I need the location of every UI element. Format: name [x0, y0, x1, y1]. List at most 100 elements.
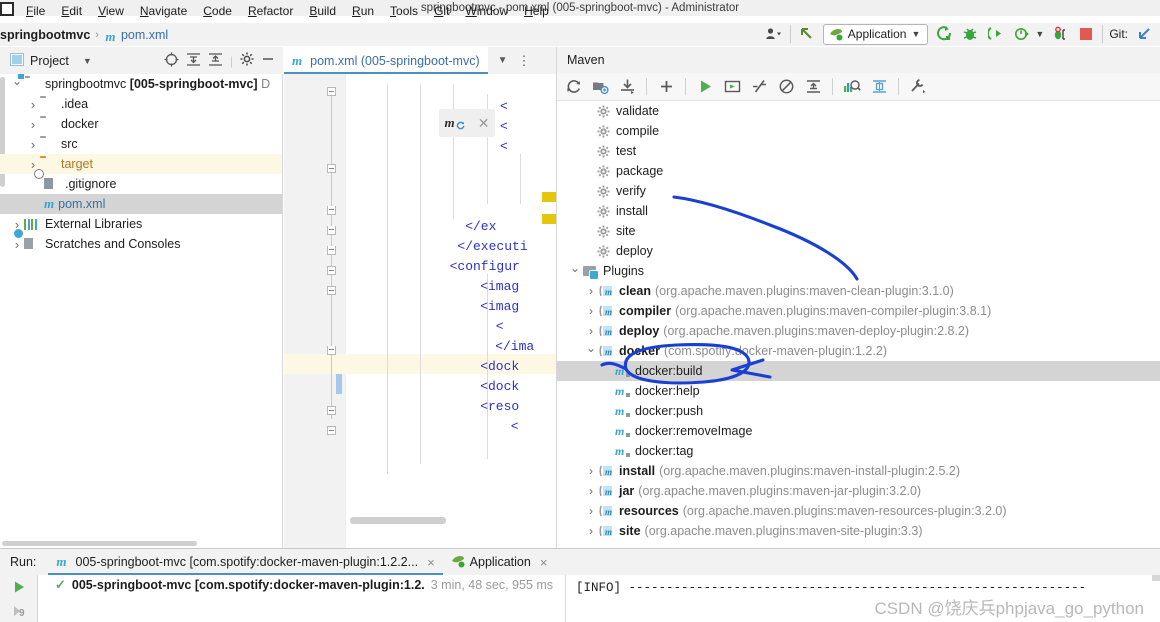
- chevron-down-icon[interactable]: ▼: [83, 56, 92, 66]
- fold-marker-icon[interactable]: [327, 346, 336, 355]
- toggle-skip-tests-icon[interactable]: [747, 75, 771, 99]
- show-dependencies-icon[interactable]: [840, 75, 864, 99]
- close-icon[interactable]: ✕: [478, 115, 490, 132]
- profiler-icon[interactable]: [1012, 24, 1032, 44]
- gear-icon[interactable]: [240, 52, 254, 69]
- tree-item-scratches-and-consoles[interactable]: Scratches and Consoles: [0, 234, 282, 254]
- fold-marker-icon[interactable]: [327, 406, 336, 415]
- run-with-coverage-icon[interactable]: [986, 24, 1006, 44]
- run-icon[interactable]: [693, 75, 717, 99]
- project-tree[interactable]: springbootmvc [005-springboot-mvc] D .id…: [0, 74, 283, 548]
- maven-plugin-jar[interactable]: m jar (org.apache.maven.plugins:maven-ja…: [557, 481, 1160, 501]
- maven-plugin-clean[interactable]: m clean (org.apache.maven.plugins:maven-…: [557, 281, 1160, 301]
- run-tool-window[interactable]: Run: m 005-springboot-mvc [com.spotify:d…: [0, 548, 1160, 622]
- maven-goal-verify[interactable]: verify: [557, 181, 1160, 201]
- menu-git[interactable]: Git: [426, 1, 457, 21]
- show-diagram-icon[interactable]: [867, 75, 891, 99]
- console-scrollbar[interactable]: [1152, 575, 1160, 581]
- menu-navigate[interactable]: Navigate: [132, 1, 195, 21]
- project-tree-horizontal-scrollbar[interactable]: [0, 539, 282, 548]
- editor-tab-pom-xml[interactable]: m pom.xml (005-springboot-mvc): [284, 47, 488, 74]
- user-avatar-icon[interactable]: [764, 24, 784, 44]
- editor-gutter[interactable]: [284, 74, 346, 548]
- toggle-offline-mode-icon[interactable]: [774, 75, 798, 99]
- tree-item-springbootmvc[interactable]: springbootmvc [005-springboot-mvc] D: [0, 74, 282, 94]
- chevron-down-icon[interactable]: ▼: [498, 55, 508, 66]
- menu-file[interactable]: File: [18, 1, 53, 21]
- maven-goal-compile[interactable]: compile: [557, 121, 1160, 141]
- menu-help[interactable]: Help: [516, 1, 557, 21]
- tree-item-src[interactable]: src: [0, 134, 282, 154]
- dump-threads-icon[interactable]: 9: [0, 599, 37, 622]
- run-tab-application[interactable]: Application ×: [443, 549, 556, 575]
- maven-goal-test[interactable]: test: [557, 141, 1160, 161]
- menu-tools[interactable]: Tools: [382, 1, 426, 21]
- chevron-down-icon[interactable]: [567, 264, 583, 278]
- menu-code[interactable]: Code: [195, 1, 240, 21]
- fold-marker-icon[interactable]: [327, 206, 336, 215]
- reload-all-maven-projects-icon[interactable]: [561, 75, 585, 99]
- menu-edit[interactable]: Edit: [53, 1, 90, 21]
- run-configuration-selector[interactable]: Application ▼: [822, 23, 929, 45]
- chevron-right-icon[interactable]: [583, 284, 599, 298]
- stop-icon[interactable]: [1076, 24, 1096, 44]
- run-result-tree[interactable]: ✓ 005-springboot-mvc [com.spotify:docker…: [39, 575, 564, 622]
- menu-build[interactable]: Build: [301, 1, 344, 21]
- maven-reimport-floating-widget[interactable]: m ✕: [439, 109, 495, 137]
- maven-goal-package[interactable]: package: [557, 161, 1160, 181]
- maven-plugin-site[interactable]: m site (org.apache.maven.plugins:maven-s…: [557, 521, 1160, 541]
- chevron-right-icon[interactable]: [26, 97, 40, 112]
- locate-icon[interactable]: [164, 52, 179, 70]
- rerun-icon[interactable]: [0, 575, 37, 599]
- chevron-right-icon[interactable]: [583, 524, 599, 538]
- run-icon[interactable]: [934, 24, 954, 44]
- maven-goal-site[interactable]: site: [557, 221, 1160, 241]
- tree-item-pom-xml[interactable]: m pom.xml: [0, 194, 282, 214]
- maven-goal-docker-removeimage[interactable]: m docker:removeImage: [557, 421, 1160, 441]
- breadcrumb-project[interactable]: springbootmvc: [0, 28, 90, 42]
- fold-marker-icon[interactable]: [327, 87, 336, 96]
- more-options-icon[interactable]: ⋮: [518, 54, 531, 67]
- chevron-right-icon[interactable]: [583, 484, 599, 498]
- maven-goal-deploy[interactable]: deploy: [557, 241, 1160, 261]
- collapse-all-icon[interactable]: [208, 52, 223, 70]
- run-console-output[interactable]: [INFO] ---------------------------------…: [565, 575, 1160, 622]
- maven-reload-icon[interactable]: m: [444, 115, 466, 131]
- fold-marker-icon[interactable]: [327, 246, 336, 255]
- chevron-down-icon[interactable]: [583, 344, 599, 358]
- fold-marker-icon[interactable]: [327, 164, 336, 173]
- tree-item-idea[interactable]: .idea: [0, 94, 282, 114]
- add-icon[interactable]: [654, 75, 678, 99]
- profiler-dropdown-icon[interactable]: ▼: [1035, 29, 1044, 39]
- collapse-all-icon[interactable]: [801, 75, 825, 99]
- chevron-right-icon[interactable]: [583, 304, 599, 318]
- maven-goal-install[interactable]: install: [557, 201, 1160, 221]
- chevron-right-icon[interactable]: [583, 324, 599, 338]
- chevron-right-icon[interactable]: [583, 504, 599, 518]
- maven-goal-docker-build[interactable]: m docker:build: [557, 361, 1160, 381]
- download-sources-icon[interactable]: [615, 75, 639, 99]
- run-tab-maven[interactable]: m 005-springboot-mvc [com.spotify:docker…: [48, 549, 443, 575]
- maven-plugin-docker[interactable]: m docker (com.spotify:docker-maven-plugi…: [557, 341, 1160, 361]
- maven-plugin-compiler[interactable]: m compiler (org.apache.maven.plugins:mav…: [557, 301, 1160, 321]
- maven-plugins-node[interactable]: Plugins: [557, 261, 1160, 281]
- editor-horizontal-scrollbar[interactable]: [350, 517, 446, 524]
- close-icon[interactable]: ×: [540, 555, 548, 570]
- chevron-right-icon[interactable]: [583, 464, 599, 478]
- menu-refactor[interactable]: Refactor: [240, 1, 301, 21]
- maven-goal-validate[interactable]: validate: [557, 101, 1160, 121]
- menu-run[interactable]: Run: [344, 1, 382, 21]
- menu-view[interactable]: View: [90, 1, 132, 21]
- breadcrumb-file[interactable]: pom.xml: [121, 28, 168, 42]
- hide-window-icon[interactable]: [261, 52, 275, 69]
- tree-item-gitignore[interactable]: .gitignore: [0, 174, 282, 194]
- maven-tool-window[interactable]: Maven validate compile test package veri…: [556, 47, 1160, 548]
- maven-tree[interactable]: validate compile test package verify ins…: [557, 101, 1160, 548]
- maven-settings-icon[interactable]: [906, 75, 930, 99]
- chevron-right-icon[interactable]: [26, 117, 40, 132]
- maven-plugin-install[interactable]: m install (org.apache.maven.plugins:mave…: [557, 461, 1160, 481]
- maven-plugin-deploy[interactable]: m deploy (org.apache.maven.plugins:maven…: [557, 321, 1160, 341]
- fold-marker-icon[interactable]: [327, 426, 336, 435]
- maven-goal-docker-help[interactable]: m docker:help: [557, 381, 1160, 401]
- git-update-icon[interactable]: [1134, 24, 1154, 44]
